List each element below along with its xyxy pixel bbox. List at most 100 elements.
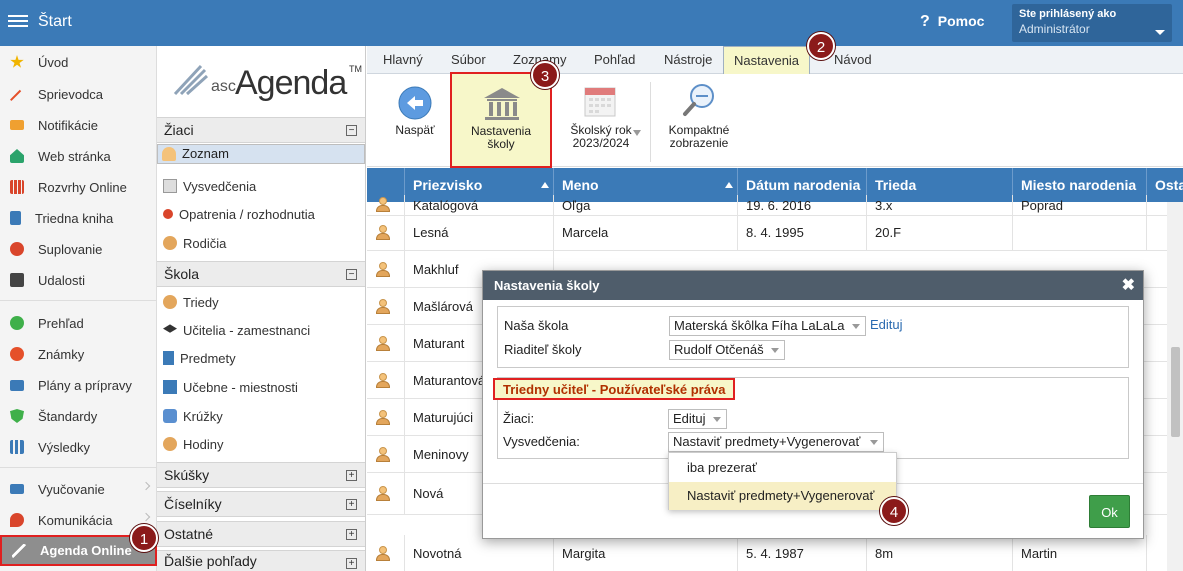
tab-hlavny[interactable]: Hlavný — [383, 46, 423, 74]
expand-icon[interactable]: + — [346, 558, 357, 569]
ok-button[interactable]: Ok — [1089, 495, 1130, 528]
certificates-label: Vysvedčenia: — [503, 434, 580, 449]
nav-item-plany[interactable]: Plány a prípravy — [0, 371, 157, 399]
collapse-icon[interactable]: − — [346, 125, 357, 136]
rights-section-title: Triedny učiteľ - Používateľské práva — [493, 378, 736, 400]
nav-divider — [0, 300, 157, 301]
caret-down-icon — [771, 348, 779, 353]
nav-item-prehlad[interactable]: Prehľad — [0, 309, 157, 337]
step-badge-2: 2 — [807, 32, 835, 60]
toolbar-divider — [650, 82, 651, 162]
person-icon — [376, 410, 390, 425]
agenda-logo-icon — [12, 543, 26, 558]
sub-item-predmety[interactable]: Predmety — [157, 344, 365, 372]
edit-school-link[interactable]: Edituj — [870, 317, 903, 332]
tab-nastroje[interactable]: Nástroje — [664, 46, 712, 74]
wand-icon — [10, 89, 22, 101]
chart-circle-icon — [10, 347, 24, 361]
chat-icon — [10, 513, 24, 527]
user-menu[interactable]: Ste prihlásený ako Administrátor — [1012, 4, 1172, 42]
nav-item-udalosti[interactable]: Udalosti — [0, 266, 157, 294]
person-icon — [376, 225, 390, 240]
puzzle-icon — [163, 409, 177, 423]
sub-item-vysvedcenia[interactable]: Vysvedčenia — [157, 172, 365, 200]
nav-item-vysledky[interactable]: Výsledky — [0, 433, 157, 461]
dropdown-option-set-generate[interactable]: Nastaviť predmety+Vygenerovať — [669, 482, 896, 510]
graduation-cap-icon — [163, 324, 177, 333]
sub-item-rodicia[interactable]: Rodičia — [157, 229, 365, 257]
nav-item-rozvrhy-online[interactable]: Rozvrhy Online — [0, 173, 157, 201]
nav-item-standardy[interactable]: Štandardy — [0, 402, 157, 430]
tab-subor[interactable]: Súbor — [451, 46, 486, 74]
expand-icon[interactable]: + — [346, 470, 357, 481]
school-building-icon — [484, 88, 520, 120]
scrollbar-thumb[interactable] — [1171, 347, 1180, 437]
sub-item-triedy[interactable]: Triedy — [157, 288, 365, 316]
sort-asc-icon — [541, 182, 549, 188]
table-row[interactable]: Katalógová Oľga 19. 6. 2016 3.x Poprad — [367, 195, 1167, 216]
sort-asc-icon — [725, 182, 733, 188]
section-skola[interactable]: Škola − — [157, 261, 365, 287]
nav-item-notifikacie[interactable]: Notifikácie — [0, 111, 157, 139]
table-row[interactable]: Lesná Marcela 8. 4. 1995 20.F — [367, 214, 1167, 251]
person-icon — [376, 262, 390, 277]
caret-down-icon — [870, 440, 878, 445]
expand-icon[interactable]: + — [346, 529, 357, 540]
table-row[interactable]: Novotná Margita 5. 4. 1987 8m Martin — [367, 535, 1167, 571]
director-select[interactable]: Rudolf Otčenáš — [669, 340, 785, 360]
help-button[interactable]: ? Pomoc — [920, 13, 984, 31]
person-icon — [162, 147, 176, 161]
nav-item-web-stranka[interactable]: Web stránka — [0, 142, 157, 170]
page-title: Štart — [38, 13, 72, 30]
sub-item-zoznam[interactable]: Zoznam — [157, 144, 365, 164]
agenda-sidebar: asc Agenda TM Žiaci − Zoznam Vysvedčenia … — [157, 46, 366, 571]
calendar-icon — [10, 273, 24, 287]
left-navigation: Úvod Sprievodca Notifikácie Web stránka … — [0, 46, 157, 571]
nav-item-vyucovanie[interactable]: Vyučovanie — [0, 475, 157, 503]
section-skusky[interactable]: Skúšky + — [157, 462, 365, 488]
hamburger-menu-icon[interactable] — [8, 12, 28, 30]
house-icon — [10, 149, 24, 163]
expand-icon[interactable]: + — [346, 499, 357, 510]
sub-item-hodiny[interactable]: Hodiny — [157, 430, 365, 458]
sub-item-kruzky[interactable]: Krúžky — [157, 402, 365, 430]
person-icon — [376, 299, 390, 314]
nav-item-triedna-kniha[interactable]: Triedna kniha — [0, 204, 157, 232]
nav-item-sprievodca[interactable]: Sprievodca — [0, 80, 157, 108]
chevron-right-icon — [141, 512, 151, 522]
students-rights-select[interactable]: Edituj — [668, 409, 727, 429]
collapse-icon[interactable]: − — [346, 269, 357, 280]
open-book-icon — [10, 484, 24, 494]
section-ostatne[interactable]: Ostatné + — [157, 521, 365, 547]
nav-item-suplovanie[interactable]: Suplovanie — [0, 235, 157, 263]
section-dalsie-pohlady[interactable]: Ďalšie pohľady + — [157, 550, 365, 571]
school-year-button[interactable]: Školský rok 2023/2024 — [561, 74, 641, 167]
our-school-label: Naša škola — [504, 318, 569, 333]
caret-down-icon — [713, 417, 721, 422]
agenda-logo: asc Agenda TM — [171, 58, 362, 104]
sub-item-ucitelia[interactable]: Učitelia - zamestnanci — [157, 316, 365, 344]
nav-item-znamky[interactable]: Známky — [0, 340, 157, 368]
our-school-select[interactable]: Materská škôlka Fíha LaLaLa — [669, 316, 866, 336]
chevron-right-icon — [141, 481, 151, 491]
grid-scrollbar[interactable] — [1167, 202, 1183, 571]
dropdown-option-view-only[interactable]: iba prezerať — [669, 454, 896, 482]
room-icon — [163, 380, 177, 394]
compact-view-button[interactable]: Kompaktné zobrazenie — [659, 74, 739, 167]
star-icon — [10, 55, 24, 68]
nav-item-uvod[interactable]: Úvod — [0, 48, 157, 76]
tab-pohlad[interactable]: Pohľad — [594, 46, 635, 74]
sub-item-ucebne[interactable]: Učebne - miestnosti — [157, 373, 365, 401]
certificates-rights-select[interactable]: Nastaviť predmety+Vygenerovať — [668, 432, 884, 452]
close-icon[interactable]: ✖ — [1122, 271, 1135, 300]
ribbon-toolbar: Naspäť Nastavenia školy Školský rok 2023/2… — [367, 72, 1183, 168]
bar-chart-icon — [10, 440, 24, 454]
section-ciselniky[interactable]: Číselníky + — [157, 491, 365, 517]
tab-navod[interactable]: Návod — [834, 46, 872, 74]
person-icon — [376, 336, 390, 351]
back-button[interactable]: Naspäť — [383, 74, 447, 167]
caret-down-icon — [1155, 30, 1165, 35]
sub-item-opatrenia[interactable]: Opatrenia / rozhodnutia — [157, 200, 365, 228]
section-ziaci[interactable]: Žiaci − — [157, 117, 365, 143]
caret-down-icon — [633, 130, 641, 136]
